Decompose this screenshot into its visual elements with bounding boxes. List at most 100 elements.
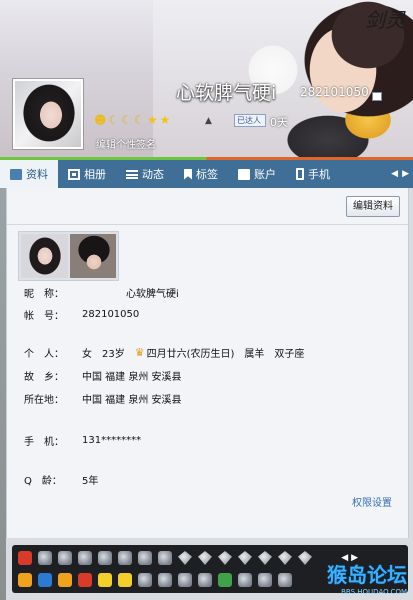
tab-tags[interactable]: 标签 — [174, 160, 228, 188]
tab-album[interactable]: 相册 — [58, 160, 116, 188]
tab-account[interactable]: 账户 — [228, 160, 286, 188]
avatar-photo — [15, 81, 81, 147]
status-icon: ▲ — [205, 116, 212, 126]
app-badge-icon[interactable] — [238, 573, 252, 587]
row-label: 帐 号： — [24, 311, 64, 322]
gender: 女 — [82, 349, 92, 360]
right-arrow-icon[interactable]: ▶ — [402, 169, 409, 179]
row-value: 5年 — [82, 476, 99, 487]
app-badge-icon[interactable] — [58, 573, 72, 587]
watermark: 猴岛论坛 BBS.HOUDAO.COM — [327, 559, 407, 596]
photo-album[interactable] — [18, 231, 119, 281]
app-badge-icon[interactable] — [178, 573, 192, 587]
app-badge-icon[interactable] — [198, 573, 212, 587]
row-label: 个 人： — [24, 349, 64, 360]
level-icons: ☻ ☾ ☾ ☾ ★ ★ — [94, 113, 170, 127]
diamond-icon[interactable] — [298, 551, 312, 565]
tab-feed[interactable]: 动态 — [116, 160, 174, 188]
info-row-location: 所在地： 中国 福建 泉州 安溪县 — [24, 391, 182, 406]
badge-row — [18, 551, 312, 565]
badge-icon[interactable] — [38, 551, 52, 565]
card-icon[interactable] — [372, 92, 382, 101]
tab-label: 手机 — [308, 168, 330, 181]
info-row-nickname: 昵 称： 心软脾气硬i — [24, 285, 179, 300]
diamond-icon[interactable] — [178, 551, 192, 565]
badge-icon[interactable] — [138, 551, 152, 565]
birthday: ♛ 四月廿六(农历生日) — [135, 345, 235, 360]
edit-profile-button[interactable]: 编辑资料 — [346, 196, 400, 217]
nickname: 心软脾气硬i — [176, 82, 277, 104]
tab-profile[interactable]: 资料 — [0, 160, 58, 188]
list-icon — [126, 169, 138, 179]
tab-label: 标签 — [196, 168, 218, 181]
app-badge-icon[interactable] — [118, 573, 132, 587]
app-badge-icon[interactable] — [218, 573, 232, 587]
profile-banner: 剑灵 心软脾气硬i 282101050 ☻ ☾ ☾ ☾ ★ ★ ▲ 已达人 0天… — [0, 0, 413, 160]
birthday-text: 四月廿六(农历生日) — [146, 349, 235, 360]
row-label: 昵 称： — [24, 289, 64, 300]
badge-icon[interactable] — [158, 551, 172, 565]
phone-icon — [296, 168, 304, 180]
watermark-site: BBS.HOUDAO.COM — [341, 588, 407, 596]
info-row-personal: 个 人： 女 23岁 ♛ 四月廿六(农历生日) 属羊 双子座 — [24, 345, 304, 360]
tab-scroll-arrows: ◀ ▶ — [391, 160, 413, 188]
banner-calligraphy: 剑灵 — [365, 8, 405, 32]
moon-icon: ☾ — [121, 113, 133, 127]
tab-label: 资料 — [26, 168, 48, 181]
badge-icon[interactable] — [118, 551, 132, 565]
avatar[interactable] — [12, 78, 84, 150]
left-arrow-icon[interactable]: ◀ — [391, 169, 398, 179]
row-value: 中国 福建 泉州 安溪县 — [82, 372, 182, 383]
row-label: Q 龄： — [24, 476, 62, 487]
profile-card-icon — [10, 168, 22, 180]
days-count: 0天 — [270, 116, 288, 129]
row-value: 131******** — [82, 435, 142, 446]
tab-label: 动态 — [142, 168, 164, 181]
app-badge-icon[interactable] — [278, 573, 292, 587]
moon-icon: ☾ — [134, 113, 145, 127]
constellation: 双子座 — [274, 349, 305, 360]
qq-badge-icon[interactable] — [18, 551, 32, 565]
app-badge-icon[interactable] — [78, 573, 92, 587]
sun-icon: ☻ — [94, 113, 107, 127]
photo-thumbnail[interactable] — [69, 234, 116, 278]
app-badge-icon[interactable] — [258, 573, 272, 587]
profile-panel: 编辑资料 昵 称： 心软脾气硬i 帐 号： 282101050 个 人： 女 2… — [6, 188, 409, 538]
diamond-icon[interactable] — [278, 551, 292, 565]
badge-icon[interactable] — [58, 551, 72, 565]
photo-thumbnail[interactable] — [21, 234, 68, 278]
star-icon[interactable] — [138, 573, 152, 587]
zodiac: 属羊 — [244, 349, 265, 360]
app-badge-icon[interactable] — [98, 573, 112, 587]
row-label: 故 乡： — [24, 372, 64, 383]
badge-row — [18, 573, 292, 587]
badge-icon[interactable] — [78, 551, 92, 565]
diamond-icon[interactable] — [258, 551, 272, 565]
tab-mobile[interactable]: 手机 — [286, 160, 340, 188]
divider — [7, 224, 408, 225]
tab-label: 账户 — [254, 168, 276, 181]
info-row-hometown: 故 乡： 中国 福建 泉州 安溪县 — [24, 368, 182, 383]
info-row-account: 帐 号： 282101050 — [24, 307, 139, 322]
crown-icon: ♛ — [134, 346, 145, 359]
diamond-icon[interactable] — [198, 551, 212, 565]
moon-icon: ☾ — [108, 113, 120, 127]
badge-icon[interactable] — [98, 551, 112, 565]
row-value: 心软脾气硬i — [126, 289, 179, 300]
permission-settings-link[interactable]: 权限设置 — [352, 494, 392, 509]
qq-number: 282101050 — [300, 85, 369, 99]
edit-signature-link[interactable]: 编辑个性签名 — [96, 136, 156, 151]
app-badge-icon[interactable] — [38, 573, 52, 587]
tab-bar: 资料 相册 动态 标签 账户 手机 ◀ ▶ — [0, 160, 413, 188]
age: 23岁 — [102, 349, 125, 360]
app-badge-icon[interactable] — [18, 573, 32, 587]
app-badge-icon[interactable] — [158, 573, 172, 587]
diamond-icon[interactable] — [218, 551, 232, 565]
info-row-phone: 手 机： 131******** — [24, 433, 141, 448]
star-icon: ★ — [146, 113, 158, 127]
row-value: 中国 福建 泉州 安溪县 — [82, 395, 182, 406]
row-value: 女 23岁 ♛ 四月廿六(农历生日) 属羊 双子座 — [82, 345, 304, 360]
diamond-icon[interactable] — [238, 551, 252, 565]
row-value: 282101050 — [82, 309, 140, 320]
tag-icon — [184, 168, 192, 180]
